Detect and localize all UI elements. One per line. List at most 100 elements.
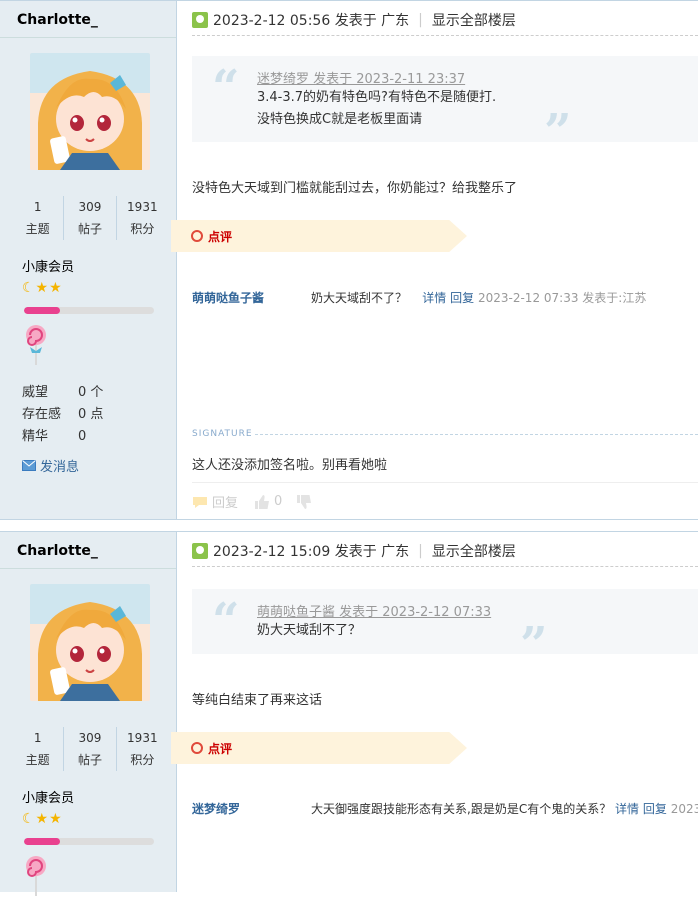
- quote-body: 迷梦绮罗 发表于 2023-2-11 23:37 3.4-3.7的奶有特色吗?有…: [257, 68, 496, 131]
- quote-line: 奶大天域刮不了？: [257, 623, 362, 638]
- quote-block: “ ” 萌萌哒鱼子酱 发表于 2023-2-12 07:33 奶大天域刮不了？: [192, 589, 698, 669]
- stat-value: 1: [33, 731, 42, 745]
- comment-body: 奶大天域刮不了？ 详情 回复 2023-2-12 07:33 发表于:江苏: [311, 289, 646, 306]
- comment-header: 点评: [171, 732, 467, 764]
- comment-time: 2023-: [670, 802, 698, 816]
- level-progress-bar: [24, 838, 154, 845]
- quote-open-icon: “: [212, 60, 240, 116]
- comment-header-label: 点评: [208, 742, 233, 756]
- reply-icon[interactable]: [192, 495, 208, 509]
- thumb-up-icon[interactable]: [254, 494, 270, 509]
- post-content: 2023-2-12 15:09 发表于 广东 | 显示全部楼层 “ ” 萌萌哒鱼…: [171, 532, 698, 892]
- stat-label: 帖子: [77, 753, 102, 767]
- quote-line: 3.4-3.7的奶有特色吗?有特色不是随便打.: [257, 90, 497, 105]
- avatar[interactable]: [30, 584, 150, 701]
- info-value: 0: [78, 429, 87, 444]
- comment-text: 大天御强度跟技能形态有关系,跟是奶是C有个鬼的关系？: [311, 802, 612, 816]
- comment-body: 大天御强度跟技能形态有关系,跟是奶是C有个鬼的关系？ 详情 回复 2023-: [311, 800, 698, 817]
- quote-line: 没特色换成C就是老板里面请: [257, 112, 423, 127]
- author-stats: 1 主题 309 帖子 1931 积分: [12, 727, 168, 771]
- divider: [0, 37, 176, 38]
- post-body: 没特色大天域到门槛就能刮过去，你奶能过？给我整乐了: [192, 181, 518, 196]
- show-all-floors-link[interactable]: 显示全部楼层: [432, 10, 516, 30]
- author-name[interactable]: Charlotte_: [17, 12, 98, 28]
- forum-post: Charlotte_ 1 主题 309 帖子 1931 积分 小康会员 ☾★★ …: [0, 531, 698, 896]
- quote-open-icon: “: [212, 593, 240, 649]
- divider: [192, 566, 698, 567]
- avatar-image: [30, 53, 150, 170]
- stat-label: 主题: [25, 222, 50, 236]
- divider: |: [418, 12, 423, 28]
- mail-icon: [22, 460, 36, 471]
- reply-button[interactable]: 回复: [212, 492, 238, 511]
- rank-stars-icon: ☾★★: [22, 280, 63, 296]
- lollipop-medal-icon[interactable]: [24, 323, 48, 367]
- stat-credits[interactable]: 1931 积分: [115, 196, 168, 240]
- lollipop-medal-icon[interactable]: [24, 854, 48, 898]
- stat-value: 309: [78, 731, 102, 745]
- post-time: 2023-2-12 15:09 发表于 广东: [213, 544, 410, 560]
- comment-reply-link[interactable]: 回复: [643, 802, 667, 816]
- stat-topics[interactable]: 1 主题: [12, 196, 63, 240]
- stat-label: 积分: [130, 753, 155, 767]
- level-progress-fill: [24, 838, 61, 845]
- comment-detail-link[interactable]: 详情: [422, 291, 446, 305]
- stat-posts[interactable]: 309 帖子: [63, 196, 115, 240]
- divider: [0, 568, 176, 569]
- stat-value: 1: [33, 200, 42, 214]
- signature-text: 这人还没添加签名啦。别再看她啦: [192, 458, 388, 473]
- info-row-presence: 存在感 0 点: [22, 404, 103, 426]
- comment-circle-icon: [191, 230, 203, 242]
- info-key: 威望: [22, 385, 49, 400]
- quote-body: 萌萌哒鱼子酱 发表于 2023-2-12 07:33 奶大天域刮不了？: [257, 601, 491, 642]
- author-stats: 1 主题 309 帖子 1931 积分: [12, 196, 168, 240]
- stat-posts[interactable]: 309 帖子: [63, 727, 115, 771]
- author-name[interactable]: Charlotte_: [17, 543, 98, 559]
- stat-label: 主题: [25, 753, 50, 767]
- comment-circle-icon: [191, 742, 203, 754]
- comment-detail-link[interactable]: 详情: [615, 802, 639, 816]
- comment-time: 2023-2-12 07:33 发表于:江苏: [477, 291, 647, 305]
- stat-credits[interactable]: 1931 积分: [115, 727, 168, 771]
- info-key: 精华: [22, 429, 49, 444]
- info-row-digest: 精华 0: [22, 426, 103, 448]
- quote-close-icon: ”: [520, 617, 548, 673]
- forum-post: Charlotte_ 1 主题 309 帖子 1931 积分 小康会员 ☾★★ …: [0, 0, 698, 520]
- post-time: 2023-2-12 05:56 发表于 广东: [213, 13, 410, 29]
- avatar[interactable]: [30, 53, 150, 170]
- like-count: 0: [274, 494, 283, 509]
- level-progress-bar: [24, 307, 154, 314]
- stat-topics[interactable]: 1 主题: [12, 727, 63, 771]
- divider: [192, 482, 698, 483]
- comment-header: 点评: [171, 220, 467, 252]
- post-content: 2023-2-12 05:56 发表于 广东 | 显示全部楼层 “ ” 迷梦绮罗…: [171, 1, 698, 519]
- quote-author-link[interactable]: 萌萌哒鱼子酱 发表于 2023-2-12 07:33: [257, 601, 491, 620]
- quote-close-icon: ”: [544, 104, 572, 160]
- comment-author-link[interactable]: 萌萌哒鱼子酱: [192, 289, 264, 306]
- info-value: 0 个: [78, 385, 104, 400]
- stat-value: 1931: [127, 731, 158, 745]
- quote-author-link[interactable]: 迷梦绮罗 发表于 2023-2-11 23:37: [257, 68, 496, 87]
- stat-label: 积分: [130, 222, 155, 236]
- send-message-link[interactable]: 发消息: [22, 456, 79, 475]
- stat-label: 帖子: [77, 222, 102, 236]
- thumb-down-icon[interactable]: [296, 494, 312, 509]
- user-group[interactable]: 小康会员: [22, 256, 74, 275]
- post-actions: 回复 0: [192, 492, 312, 511]
- online-icon: [192, 12, 208, 28]
- show-all-floors-link[interactable]: 显示全部楼层: [432, 541, 516, 561]
- quote-block: “ ” 迷梦绮罗 发表于 2023-2-11 23:37 3.4-3.7的奶有特…: [192, 56, 698, 156]
- post-meta: 2023-2-12 15:09 发表于 广东 | 显示全部楼层: [192, 541, 516, 561]
- author-info: 威望 0 个 存在感 0 点 精华 0: [22, 382, 103, 448]
- comment-reply-link[interactable]: 回复: [450, 291, 474, 305]
- author-sidebar: Charlotte_ 1 主题: [0, 532, 177, 896]
- comment-row: 迷梦绮罗 大天御强度跟技能形态有关系,跟是奶是C有个鬼的关系？ 详情 回复 20…: [192, 800, 698, 818]
- comment-row: 萌萌哒鱼子酱 奶大天域刮不了？ 详情 回复 2023-2-12 07:33 发表…: [192, 289, 698, 307]
- avatar-image: [30, 584, 150, 701]
- user-group[interactable]: 小康会员: [22, 787, 74, 806]
- comment-author-link[interactable]: 迷梦绮罗: [192, 800, 240, 817]
- signature-label: SIGNATURE: [192, 429, 253, 439]
- divider: [255, 434, 698, 435]
- divider: [192, 35, 698, 36]
- post-body: 等纯白结束了再来这话: [192, 693, 323, 708]
